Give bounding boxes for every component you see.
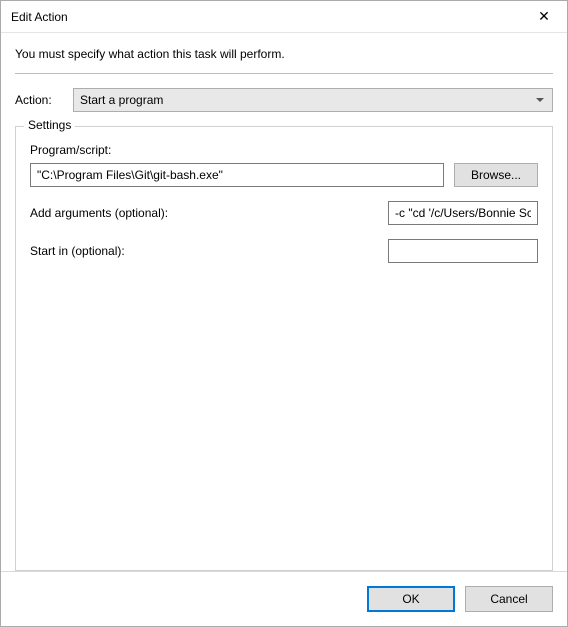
window-title: Edit Action bbox=[11, 10, 521, 24]
browse-button[interactable]: Browse... bbox=[454, 163, 538, 187]
startin-input[interactable] bbox=[388, 239, 538, 263]
program-label: Program/script: bbox=[30, 143, 538, 157]
cancel-button[interactable]: Cancel bbox=[465, 586, 553, 612]
startin-label: Start in (optional): bbox=[30, 244, 388, 258]
titlebar: Edit Action ✕ bbox=[1, 1, 567, 33]
program-row: Browse... bbox=[30, 163, 538, 187]
ok-button[interactable]: OK bbox=[367, 586, 455, 612]
action-select-value: Start a program bbox=[80, 93, 163, 107]
arguments-row: Add arguments (optional): bbox=[30, 201, 538, 225]
arguments-label: Add arguments (optional): bbox=[30, 206, 388, 220]
action-label: Action: bbox=[15, 93, 63, 107]
settings-legend: Settings bbox=[24, 118, 75, 132]
program-input[interactable] bbox=[30, 163, 444, 187]
chevron-down-icon bbox=[536, 98, 544, 102]
action-row: Action: Start a program bbox=[15, 88, 553, 112]
content-area: You must specify what action this task w… bbox=[1, 33, 567, 571]
close-button[interactable]: ✕ bbox=[521, 1, 567, 33]
settings-group: Settings Program/script: Browse... Add a… bbox=[15, 126, 553, 571]
close-icon: ✕ bbox=[538, 8, 550, 25]
arguments-input[interactable] bbox=[388, 201, 538, 225]
action-select[interactable]: Start a program bbox=[73, 88, 553, 112]
startin-row: Start in (optional): bbox=[30, 239, 538, 263]
intro-text: You must specify what action this task w… bbox=[15, 47, 553, 61]
dialog-footer: OK Cancel bbox=[1, 571, 567, 626]
divider bbox=[15, 73, 553, 74]
